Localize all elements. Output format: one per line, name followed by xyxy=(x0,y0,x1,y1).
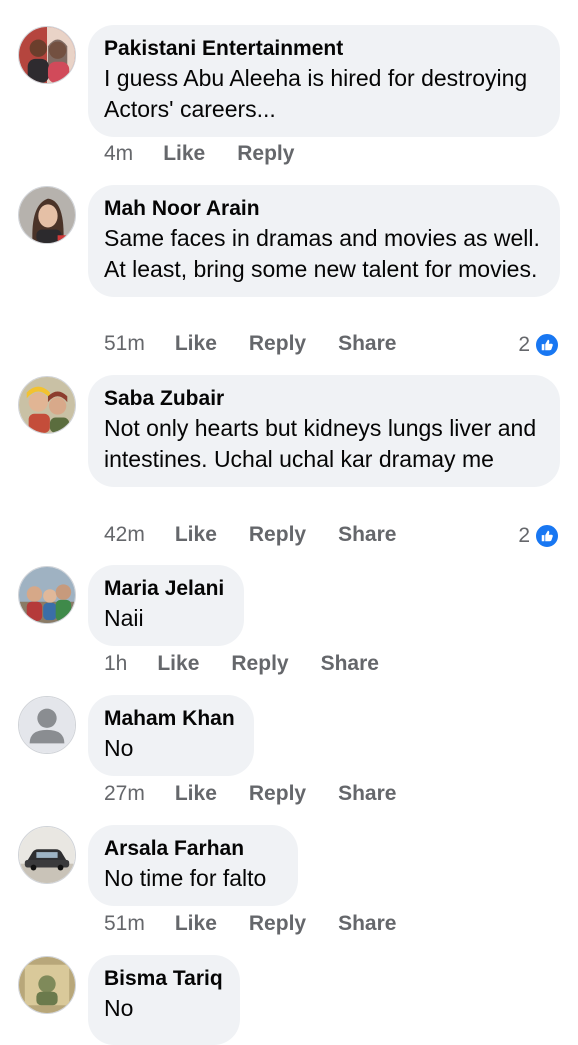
avatar[interactable] xyxy=(18,26,76,84)
reply-button[interactable]: Reply xyxy=(231,652,288,676)
reaction-count[interactable]: 2 xyxy=(518,332,560,358)
reply-button[interactable]: Reply xyxy=(249,912,306,936)
comment-bubble[interactable]: Pakistani Entertainment I guess Abu Alee… xyxy=(88,25,560,137)
reply-button[interactable]: Reply xyxy=(249,332,306,356)
avatar[interactable] xyxy=(18,566,76,624)
avatar[interactable] xyxy=(18,376,76,434)
comment-author[interactable]: Arsala Farhan xyxy=(104,836,282,862)
comment-actions: 1h Like Reply Share xyxy=(104,652,411,676)
comment-actions: 27m Like Reply Share xyxy=(104,782,428,806)
like-button[interactable]: Like xyxy=(163,142,205,166)
profile-photo-icon xyxy=(19,957,75,1013)
reply-button[interactable]: Reply xyxy=(249,523,306,547)
share-button[interactable]: Share xyxy=(338,523,396,547)
comment-actions: 4m Like Reply xyxy=(104,142,326,166)
comment-author[interactable]: Saba Zubair xyxy=(104,386,544,412)
comment-text: Naii xyxy=(104,605,144,631)
share-button[interactable]: Share xyxy=(338,782,396,806)
comment-bubble[interactable]: Bisma Tariq No xyxy=(88,955,240,1045)
like-button[interactable]: Like xyxy=(175,523,217,547)
car-photo-icon xyxy=(19,827,75,883)
thumbs-up-icon xyxy=(534,332,560,358)
like-button[interactable]: Like xyxy=(175,332,217,356)
comment-actions: 51m Like Reply Share xyxy=(104,912,428,936)
comment-author[interactable]: Maham Khan xyxy=(104,706,238,732)
avatar[interactable] xyxy=(18,956,76,1014)
avatar[interactable] xyxy=(18,696,76,754)
like-button[interactable]: Like xyxy=(157,652,199,676)
reply-button[interactable]: Reply xyxy=(249,782,306,806)
comment-time[interactable]: 27m xyxy=(104,782,145,806)
profile-photo-icon xyxy=(19,567,75,623)
avatar[interactable] xyxy=(18,186,76,244)
comment-time[interactable]: 51m xyxy=(104,912,145,936)
comment-author[interactable]: Pakistani Entertainment xyxy=(104,36,544,62)
comment-bubble[interactable]: Maham Khan No xyxy=(88,695,254,776)
comment-text: Same faces in dramas and movies as well.… xyxy=(104,225,540,282)
share-button[interactable]: Share xyxy=(321,652,379,676)
comment-text: No xyxy=(104,735,134,761)
share-button[interactable]: Share xyxy=(338,912,396,936)
comment-bubble[interactable]: Saba Zubair Not only hearts but kidneys … xyxy=(88,375,560,487)
reaction-count-value: 2 xyxy=(518,333,530,356)
comment-text: No time for falto xyxy=(104,865,267,891)
profile-photo-icon xyxy=(19,377,75,433)
share-button[interactable]: Share xyxy=(338,332,396,356)
comment-bubble[interactable]: Maria Jelani Naii xyxy=(88,565,244,646)
reply-button[interactable]: Reply xyxy=(237,142,294,166)
comment-time[interactable]: 4m xyxy=(104,142,133,166)
comment-author[interactable]: Mah Noor Arain xyxy=(104,196,544,222)
default-avatar-icon xyxy=(19,697,75,753)
comment-time[interactable]: 51m xyxy=(104,332,145,356)
comment-bubble[interactable]: Mah Noor Arain Same faces in dramas and … xyxy=(88,185,560,297)
comment-time[interactable]: 1h xyxy=(104,652,127,676)
comment-actions: 42m Like Reply Share xyxy=(104,523,428,547)
comment-author[interactable]: Maria Jelani xyxy=(104,576,228,602)
comment-actions: 51m Like Reply Share xyxy=(104,332,428,356)
comment-text: I guess Abu Aleeha is hired for destroyi… xyxy=(104,65,528,122)
comment-text: No xyxy=(104,995,134,1021)
profile-photo-icon xyxy=(19,27,75,83)
comment-bubble[interactable]: Arsala Farhan No time for falto xyxy=(88,825,298,906)
comment-text: Not only hearts but kidneys lungs liver … xyxy=(104,415,537,472)
avatar[interactable] xyxy=(18,826,76,884)
profile-photo-icon xyxy=(19,187,75,243)
like-button[interactable]: Like xyxy=(175,782,217,806)
reaction-count-value: 2 xyxy=(518,524,530,547)
comment-author[interactable]: Bisma Tariq xyxy=(104,966,224,992)
thumbs-up-icon xyxy=(534,523,560,549)
like-button[interactable]: Like xyxy=(175,912,217,936)
comment-time[interactable]: 42m xyxy=(104,523,145,547)
reaction-count[interactable]: 2 xyxy=(518,523,560,549)
